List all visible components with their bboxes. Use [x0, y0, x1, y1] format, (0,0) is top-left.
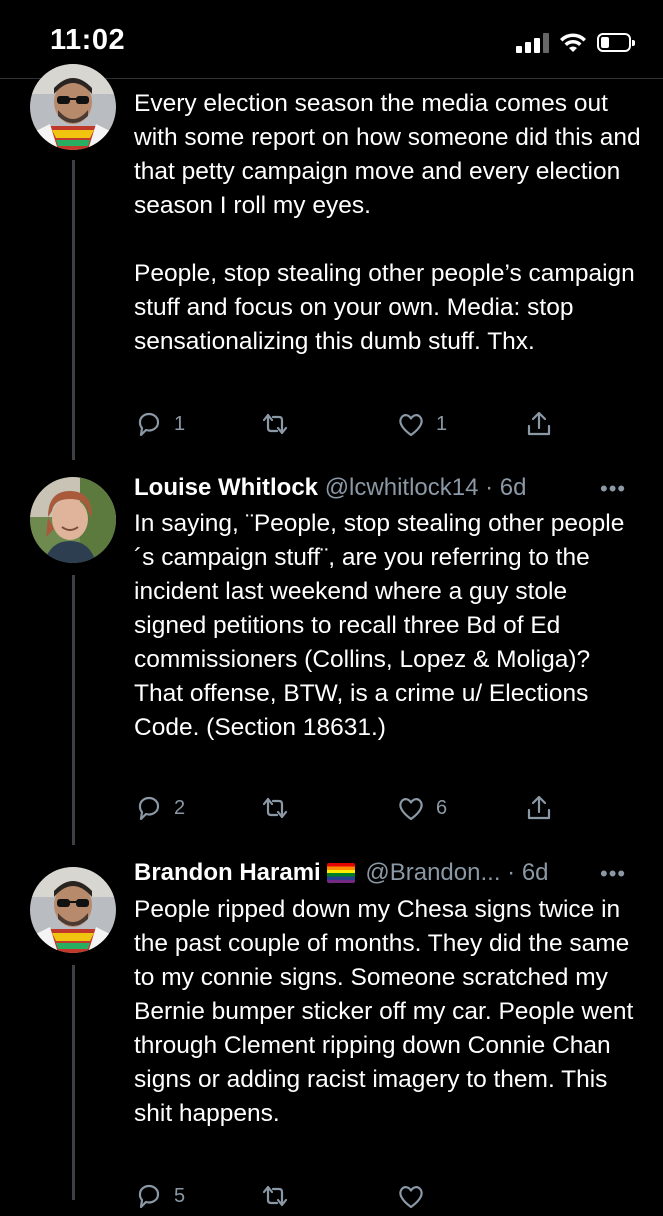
reply-button[interactable]: 2 — [134, 788, 185, 828]
tweet-actions: 1 1 — [134, 404, 614, 444]
reply-count: 2 — [174, 796, 186, 819]
tweet-actions: 2 6 — [134, 788, 614, 828]
signal-icon — [516, 33, 550, 53]
battery-icon — [597, 33, 635, 52]
avatar[interactable] — [30, 477, 116, 563]
like-button[interactable]: 6 — [396, 788, 447, 828]
share-icon — [527, 795, 551, 820]
status-bar: 11:02 — [0, 0, 663, 80]
thread-line — [72, 965, 75, 1200]
retweet-icon — [262, 413, 288, 435]
wifi-icon — [560, 33, 586, 52]
thread-line — [72, 575, 75, 845]
like-button[interactable] — [396, 1176, 426, 1216]
avatar[interactable] — [30, 64, 116, 150]
retweet-button[interactable] — [260, 788, 290, 828]
like-icon — [399, 1186, 423, 1209]
tweet-header: Brandon Harami @Brandon... · 6d — [134, 858, 549, 888]
status-time: 11:02 — [50, 24, 126, 56]
thread-line — [72, 160, 75, 460]
share-button[interactable] — [524, 404, 554, 444]
more-icon[interactable]: ••• — [600, 861, 626, 887]
reply-icon — [138, 796, 160, 821]
like-icon — [399, 414, 423, 437]
like-count: 6 — [436, 796, 448, 819]
share-button[interactable] — [524, 788, 554, 828]
retweet-icon — [262, 1185, 288, 1207]
tweet-time: · 6d — [485, 474, 527, 501]
tweet-text: In saying, ¨People, stop stealing other … — [134, 510, 625, 741]
like-button[interactable]: 1 — [396, 404, 447, 444]
rainbow-flag-icon — [326, 863, 355, 883]
retweet-button[interactable] — [260, 404, 290, 444]
reply-button[interactable]: 1 — [134, 404, 185, 444]
like-count: 1 — [436, 412, 448, 435]
reply-icon — [138, 412, 160, 437]
author-name[interactable]: Brandon Harami — [134, 859, 321, 886]
share-icon — [527, 411, 551, 436]
tweet-time: · 6d — [507, 859, 549, 886]
reply-icon — [138, 1184, 160, 1209]
reply-count: 5 — [174, 1184, 186, 1207]
tweet-actions: 5 — [134, 1176, 614, 1216]
like-icon — [399, 798, 423, 821]
reply-button[interactable]: 5 — [134, 1176, 185, 1216]
reply-count: 1 — [174, 412, 186, 435]
author-handle[interactable]: @lcwhitlock14 — [325, 474, 479, 501]
tweet-header: Louise Whitlock @lcwhitlock14 · 6d — [134, 473, 526, 503]
author-name[interactable]: Louise Whitlock — [134, 474, 318, 501]
retweet-button[interactable] — [260, 1176, 290, 1216]
tweet-text: People ripped down my Chesa signs twice … — [134, 896, 641, 1127]
retweet-icon — [262, 797, 288, 819]
more-icon[interactable]: ••• — [600, 476, 626, 502]
avatar[interactable] — [30, 867, 116, 953]
tweet-text: Every election season the media comes ou… — [134, 90, 641, 355]
author-handle[interactable]: @Brandon... — [365, 859, 500, 886]
